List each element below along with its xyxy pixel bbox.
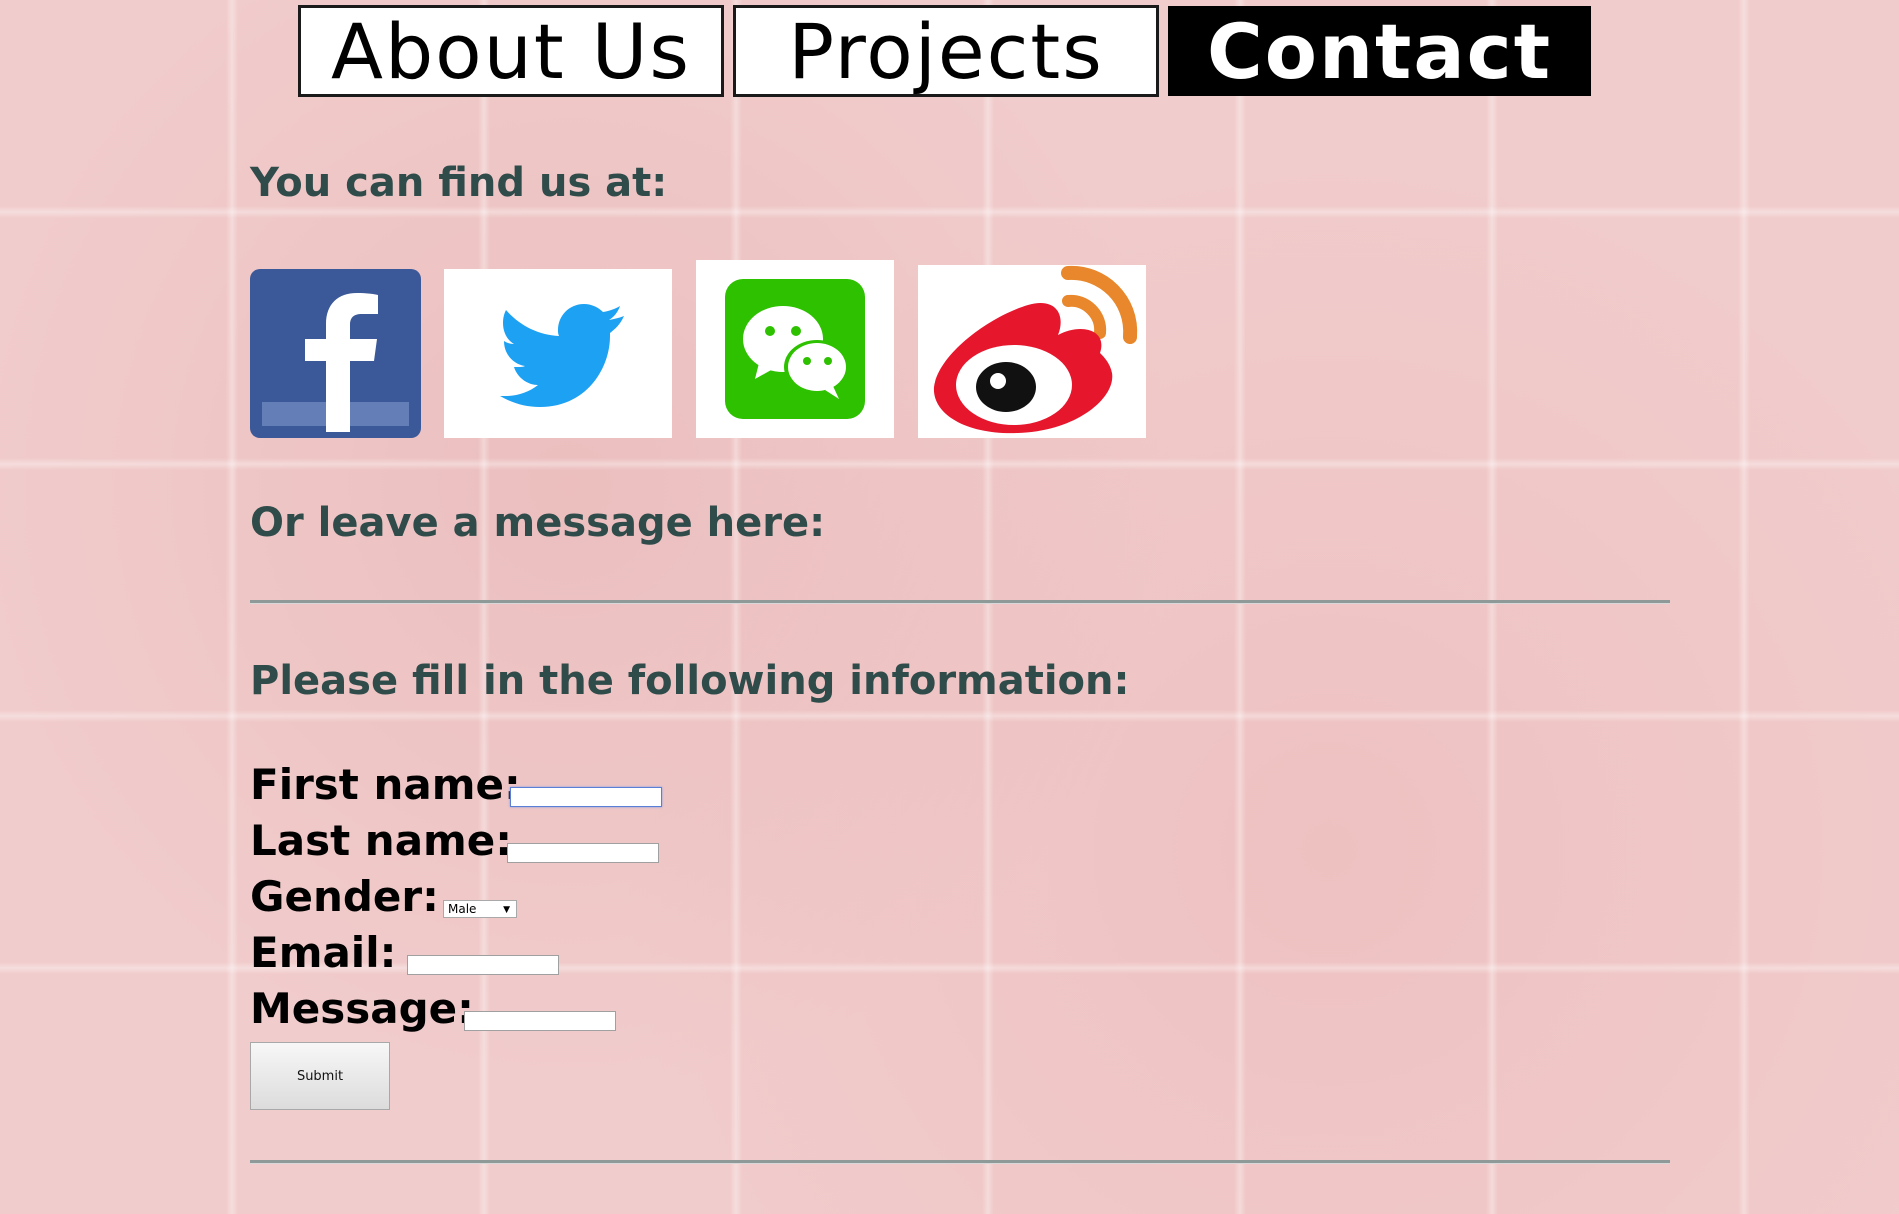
- nav-about-us-button[interactable]: About Us: [298, 5, 724, 97]
- twitter-link[interactable]: [444, 269, 672, 438]
- email-label: Email:: [250, 928, 397, 977]
- nav-projects-button[interactable]: Projects: [733, 5, 1159, 97]
- first-name-label: First name:: [250, 760, 521, 809]
- gender-select[interactable]: Male ▼: [443, 900, 517, 918]
- facebook-link[interactable]: [250, 269, 421, 438]
- gender-label: Gender:: [250, 872, 439, 921]
- fill-info-heading: Please fill in the following information…: [250, 658, 1130, 704]
- last-name-input[interactable]: [507, 843, 659, 863]
- submit-button[interactable]: Submit: [250, 1042, 390, 1110]
- first-name-input[interactable]: [510, 787, 662, 807]
- message-input[interactable]: [464, 1011, 616, 1031]
- wechat-link[interactable]: [696, 260, 894, 438]
- chevron-down-icon: ▼: [503, 905, 510, 915]
- nav-contact-button[interactable]: Contact: [1168, 6, 1591, 96]
- nav-about-us-label: About Us: [330, 6, 692, 96]
- last-name-label: Last name:: [250, 816, 513, 865]
- weibo-icon: [933, 265, 1138, 434]
- facebook-icon: [262, 293, 409, 432]
- leave-message-heading: Or leave a message here:: [250, 500, 826, 546]
- message-label: Message:: [250, 984, 474, 1033]
- wechat-icon: [725, 279, 865, 419]
- email-input[interactable]: [407, 955, 559, 975]
- find-us-heading: You can find us at:: [250, 160, 668, 206]
- nav-contact-label: Contact: [1206, 6, 1553, 96]
- divider-top: [250, 600, 1670, 604]
- nav-projects-label: Projects: [788, 6, 1104, 96]
- submit-button-label: Submit: [296, 1068, 344, 1084]
- weibo-link[interactable]: [918, 265, 1146, 438]
- twitter-icon: [500, 303, 624, 407]
- divider-bottom: [250, 1160, 1670, 1164]
- gender-select-value: Male: [448, 902, 477, 916]
